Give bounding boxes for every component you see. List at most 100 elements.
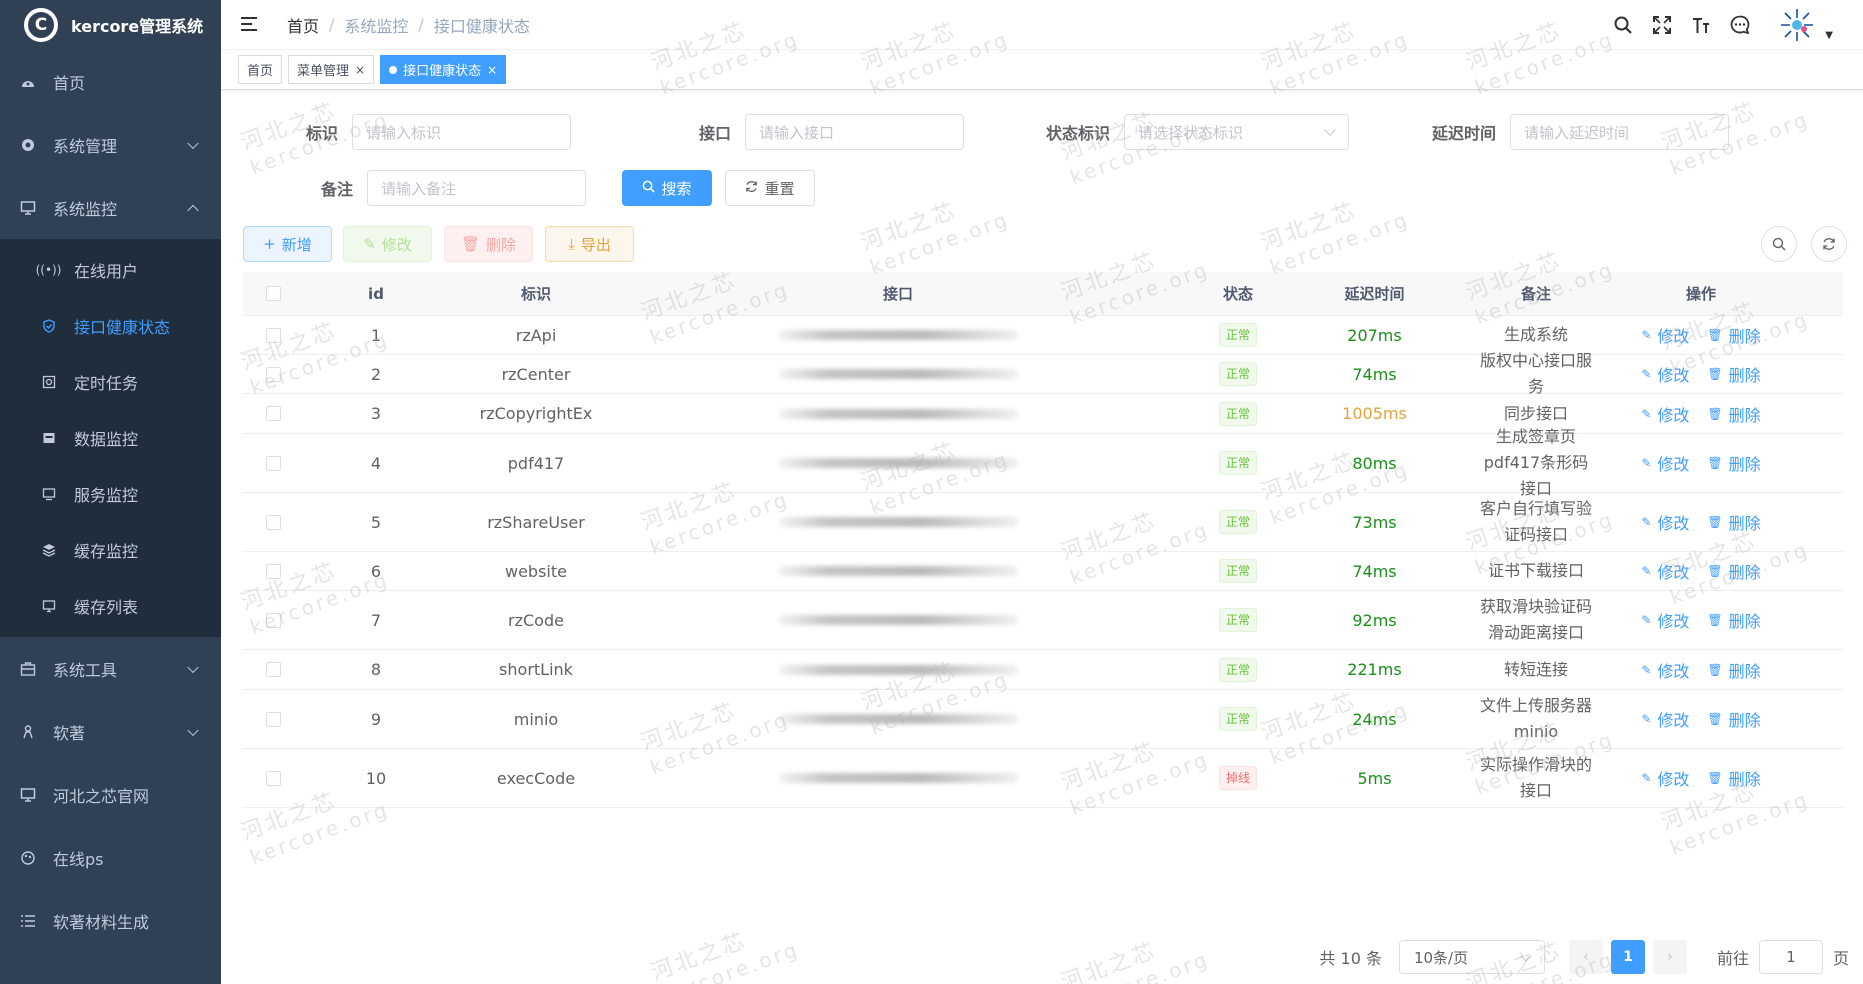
cell-id: 6 (370, 561, 382, 581)
sidebar-item-copyright[interactable]: 软著 (0, 700, 221, 763)
app-title: kercore管理系统 (71, 17, 204, 36)
cell-id: 5 (370, 512, 382, 532)
row-delete-button[interactable]: 🗑 删除 (1707, 559, 1760, 583)
tab-api-health[interactable]: 接口健康状态 × (380, 55, 507, 84)
row-delete-label: 删除 (1728, 366, 1761, 385)
edit-button[interactable]: ✎ 修改 (343, 226, 432, 262)
sidebar-item-website[interactable]: 河北之芯官网 (0, 763, 221, 826)
sidebar-item-api-health[interactable]: 接口健康状态 (0, 298, 221, 354)
tab-menu-management[interactable]: 菜单管理 × (288, 55, 375, 84)
row-edit-button[interactable]: ✎ 修改 (1641, 707, 1689, 731)
toggle-search-button[interactable] (1761, 226, 1797, 262)
redacted-url (778, 458, 1018, 468)
row-checkbox[interactable] (265, 711, 281, 727)
row-checkbox[interactable] (265, 770, 281, 786)
row-edit-button[interactable]: ✎ 修改 (1641, 510, 1689, 534)
row-checkbox[interactable] (265, 366, 281, 382)
prev-page-button[interactable]: ‹ (1568, 940, 1603, 974)
row-edit-button[interactable]: ✎ 修改 (1641, 402, 1689, 426)
close-icon[interactable]: × (355, 63, 365, 77)
goto-page-input[interactable]: 1 (1758, 940, 1823, 974)
search-button[interactable]: 搜索 (622, 170, 712, 206)
row-edit-button[interactable]: ✎ 修改 (1641, 451, 1689, 475)
row-delete-button[interactable]: 🗑 删除 (1707, 510, 1760, 534)
delete-button[interactable]: 🗑 删除 (444, 226, 533, 262)
cell-name: rzCenter (501, 364, 571, 384)
sidebar-item-cache-monitor[interactable]: 缓存监控 (0, 522, 221, 578)
row-delete-button[interactable]: 🗑 删除 (1707, 323, 1760, 347)
row-checkbox[interactable] (265, 327, 281, 343)
row-checkbox[interactable] (265, 563, 281, 579)
row-edit-button[interactable]: ✎ 修改 (1641, 608, 1689, 632)
page-number-button[interactable]: 1 (1610, 940, 1645, 974)
row-delete-button[interactable]: 🗑 删除 (1707, 402, 1760, 426)
tab-home[interactable]: 首页 (238, 55, 283, 84)
row-edit-button[interactable]: ✎ 修改 (1641, 559, 1689, 583)
cell-api (623, 714, 1173, 724)
sidebar-item-monitor[interactable]: 系统监控 (0, 176, 221, 239)
sidebar-item-cache-list[interactable]: 缓存列表 (0, 578, 221, 634)
row-edit-button[interactable]: ✎ 修改 (1641, 362, 1689, 386)
sidebar-item-system[interactable]: 系统管理 (0, 113, 221, 176)
row-delete-button[interactable]: 🗑 删除 (1707, 451, 1760, 475)
cell-id: 7 (370, 610, 382, 630)
reset-button[interactable]: 重置 (725, 170, 815, 206)
row-edit-button[interactable]: ✎ 修改 (1641, 323, 1689, 347)
api-input[interactable]: 请输入接口 (745, 114, 965, 150)
row-delete-button[interactable]: 🗑 删除 (1707, 766, 1760, 790)
status-badge: 掉线 (1218, 766, 1257, 790)
row-checkbox[interactable] (265, 612, 281, 628)
next-page-button[interactable]: › (1652, 940, 1687, 974)
breadcrumb-home[interactable]: 首页 (287, 13, 319, 37)
sidebar-item-home[interactable]: 首页 (0, 50, 221, 113)
caret-down-icon[interactable]: ▼ (1825, 30, 1833, 41)
status-select[interactable]: 请选择状态标识 (1124, 114, 1350, 150)
remark-text: 获取滑块验证码滑动距离接口 (1479, 597, 1592, 642)
search-icon[interactable] (1612, 14, 1634, 36)
hamburger-icon[interactable] (241, 16, 261, 33)
row-checkbox[interactable] (265, 662, 281, 677)
cell-remark: 获取滑块验证码滑动距离接口 (1446, 594, 1626, 646)
sidebar-item-tools[interactable]: 系统工具 (0, 637, 221, 700)
message-icon[interactable] (1729, 14, 1751, 36)
cell-status: 正常 (1173, 559, 1303, 583)
avatar[interactable] (1777, 5, 1817, 45)
refresh-table-button[interactable] (1811, 226, 1847, 262)
row-checkbox[interactable] (265, 406, 281, 421)
form-item-id: 标识 请输入标识 (306, 114, 572, 150)
select-all-checkbox[interactable] (265, 286, 281, 301)
app-logo[interactable]: C kercore管理系统 (0, 0, 221, 50)
export-button[interactable]: ⤓ 导出 (545, 226, 634, 262)
sidebar-item-label: 缓存列表 (74, 598, 139, 617)
col-header-actions: 操作 (1685, 285, 1716, 303)
remark-input[interactable]: 请输入备注 (367, 170, 587, 206)
sidebar-item-online-users[interactable]: ((•)) 在线用户 (0, 242, 221, 298)
row-edit-button[interactable]: ✎ 修改 (1641, 766, 1689, 790)
cell-name: rzApi (515, 325, 557, 345)
fullscreen-icon[interactable] (1651, 14, 1673, 36)
col-header-status: 状态 (1222, 285, 1253, 303)
font-size-icon[interactable] (1690, 14, 1712, 36)
cell-remark: 文件上传服务器minio (1446, 693, 1626, 745)
sidebar-item-data-monitor[interactable]: 数据监控 (0, 410, 221, 466)
data-table: id 标识 接口 状态 延迟时间 备注 操作 1 rzApi 正常 207ms 生成系统… (243, 272, 1843, 808)
row-delete-button[interactable]: 🗑 删除 (1707, 362, 1760, 386)
redacted-url (778, 664, 1018, 675)
table-row: 9 minio 正常 24ms 文件上传服务器minio ✎ 修改 🗑 删除 (243, 690, 1843, 749)
row-checkbox[interactable] (265, 514, 281, 530)
id-input[interactable]: 请输入标识 (352, 114, 572, 150)
sidebar-item-online-ps[interactable]: 在线ps (0, 826, 221, 889)
close-icon[interactable]: × (487, 63, 497, 77)
sidebar-item-server-monitor[interactable]: 服务监控 (0, 466, 221, 522)
add-button[interactable]: + 新增 (243, 226, 332, 262)
row-edit-button[interactable]: ✎ 修改 (1641, 658, 1689, 682)
delay-input[interactable]: 请输入延迟时间 (1510, 114, 1730, 150)
row-checkbox[interactable] (265, 455, 281, 471)
sidebar-item-material[interactable]: 软著材料生成 (0, 889, 221, 952)
row-delete-button[interactable]: 🗑 删除 (1707, 608, 1760, 632)
page-size-select[interactable]: 10条/页 (1398, 940, 1545, 974)
sidebar-item-jobs[interactable]: 定时任务 (0, 354, 221, 410)
row-delete-button[interactable]: 🗑 删除 (1707, 658, 1760, 682)
cell-actions: ✎ 修改 🗑 删除 (1626, 510, 1776, 534)
row-delete-button[interactable]: 🗑 删除 (1707, 707, 1760, 731)
